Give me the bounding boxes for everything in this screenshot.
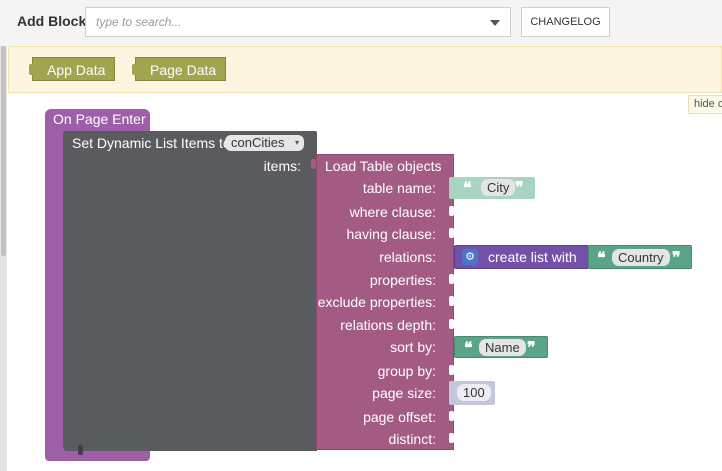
create-list-label: create list with [488,249,577,265]
empty-socket-group-by[interactable] [449,365,454,375]
text-value-country[interactable]: Country [612,249,670,266]
toolbar: Add Block: CHANGELOG [0,0,722,46]
block-search-input[interactable] [86,8,491,36]
items-input-label: items: [263,158,301,174]
hide-palette-tab[interactable]: hide c [688,95,722,114]
field-label-table-name: table name: [362,180,436,196]
toolbox-palette: App Data Page Data [8,46,722,93]
output-connector [311,159,316,169]
variable-name: conCities [231,135,285,150]
field-label-distinct: distinct: [388,431,436,447]
create-list-with-block[interactable]: ⚙ create list with [454,245,589,269]
field-label-page-offset: page offset: [363,409,436,425]
variable-dropdown[interactable]: conCities ▾ [225,135,304,151]
field-label-group-by: group by: [377,363,436,379]
empty-socket-exclude-properties[interactable] [449,296,454,306]
chevron-down-icon[interactable] [490,20,500,26]
field-label-sort-by: sort by: [390,339,436,355]
on-page-enter-label: On Page Enter [53,111,146,127]
on-page-enter-block-body[interactable] [45,135,63,453]
field-label-relations-depth: relations depth: [340,317,436,333]
number-block-page-size[interactable]: 100 [449,381,495,405]
close-quote-icon: ❞ [672,248,681,267]
empty-socket-having-clause[interactable] [449,228,454,238]
field-label-having-clause: having clause: [346,226,436,242]
add-block-label: Add Block: [17,13,91,29]
number-value-page-size[interactable]: 100 [457,384,491,401]
close-quote-icon: ❞ [515,178,524,197]
close-quote-icon: ❞ [527,338,536,357]
left-scrollbar[interactable] [0,46,7,471]
open-quote-icon: ❝ [463,178,472,197]
block-search-dropdown[interactable] [85,7,511,37]
empty-socket-relations-depth[interactable] [449,319,454,329]
empty-socket-page-offset[interactable] [449,411,454,421]
empty-socket-where-clause[interactable] [449,206,454,216]
scrollbar-thumb[interactable] [1,46,6,256]
block-connector [78,445,83,455]
open-quote-icon: ❝ [597,248,606,267]
open-quote-icon: ❝ [464,338,473,357]
text-block-list-item[interactable]: ❝ Country ❞ [588,245,692,269]
load-table-title: Load Table objects [325,158,442,174]
field-label-exclude-properties: exclude properties: [317,294,436,310]
palette-block-page-data[interactable]: Page Data [131,57,227,81]
set-dynamic-list-items-block[interactable] [63,131,317,451]
field-label-relations: relations: [379,249,436,265]
field-label-where-clause: where clause: [349,204,436,220]
text-value-table-name[interactable]: City [481,179,516,196]
text-block-table-name[interactable]: ❝ City ❞ [449,177,535,199]
chevron-down-icon[interactable]: ▾ [295,137,299,149]
changelog-button[interactable]: CHANGELOG [521,7,610,37]
palette-block-app-data[interactable]: App Data [28,57,116,81]
field-label-page-size: page size: [372,385,436,401]
text-block-sort-by[interactable]: ❝ Name ❞ [454,336,548,358]
empty-socket-distinct[interactable] [449,433,454,443]
field-label-properties: properties: [369,272,436,288]
set-dynamic-list-label: Set Dynamic List Items to [72,135,231,151]
gear-icon[interactable]: ⚙ [462,249,478,265]
palette-block-label: Page Data [150,62,217,78]
empty-socket-properties[interactable] [449,274,454,284]
palette-block-label: App Data [47,62,106,78]
text-value-sort-by[interactable]: Name [479,339,526,356]
